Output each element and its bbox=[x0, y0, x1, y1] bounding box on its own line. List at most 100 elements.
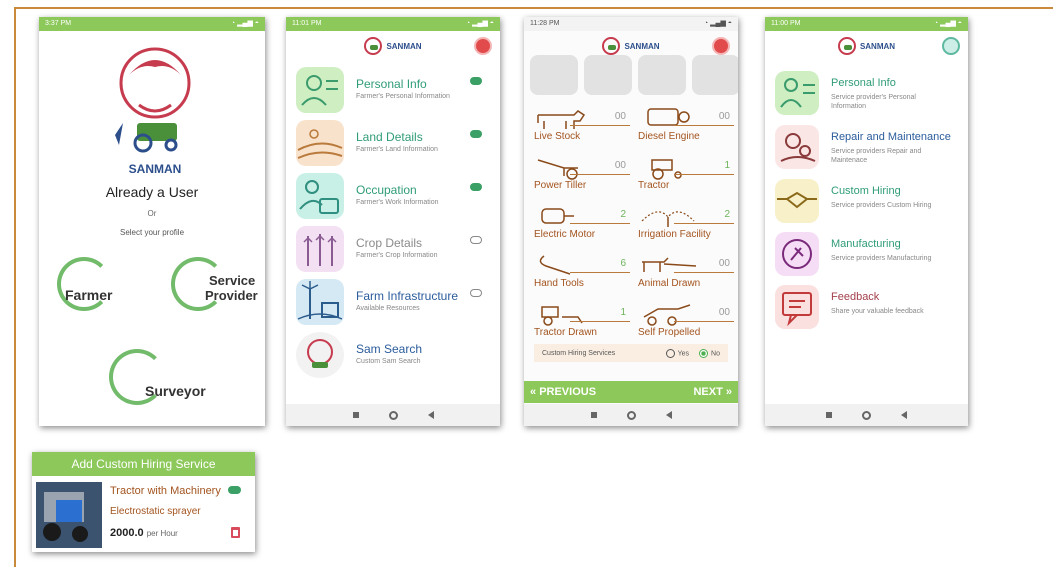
price-value: 2000.0 bbox=[110, 527, 144, 539]
sanman-logo: SANMAN bbox=[115, 47, 191, 176]
home-icon[interactable] bbox=[862, 410, 871, 420]
logo-brand: SANMAN bbox=[129, 162, 182, 176]
equip-count[interactable]: 00 bbox=[615, 160, 626, 171]
equip-name: Power Tiller bbox=[534, 180, 587, 191]
cloud-synced-icon bbox=[228, 486, 241, 494]
equip-live-stock[interactable]: 00 Live Stock bbox=[530, 101, 630, 147]
sp-item-feedback[interactable]: Feedback Share your valuable feedback bbox=[775, 283, 962, 331]
equip-count[interactable]: 00 bbox=[615, 111, 626, 122]
menu-item-occupation[interactable]: Occupation Farmer's Work Information bbox=[294, 171, 492, 221]
menu-subtitle: Available Resources bbox=[356, 305, 420, 312]
screen-farmer-menu: 11:01 PM ◔ ▂▄▆ ◓ SANMAN Personal Info Fa… bbox=[286, 17, 500, 426]
frame-border-left bbox=[14, 7, 16, 567]
equip-name: Electric Motor bbox=[534, 229, 596, 240]
service-provider-option[interactable]: Service Provider bbox=[169, 255, 265, 315]
yes-radio[interactable]: Yes bbox=[665, 348, 690, 358]
equip-electric-motor[interactable]: 2 Electric Motor bbox=[530, 199, 630, 245]
cloud-offline-icon bbox=[470, 236, 482, 244]
menu-subtitle: Farmer's Crop Information bbox=[356, 252, 438, 259]
equip-name: Live Stock bbox=[534, 131, 581, 142]
sp-item-custom-hiring[interactable]: Custom Hiring Service providers Custom H… bbox=[775, 177, 962, 225]
equip-count[interactable]: 1 bbox=[620, 307, 626, 318]
section-icon-strip bbox=[530, 55, 738, 99]
status-icons: ◔ ▂▄▆ ◓ bbox=[933, 20, 962, 27]
equip-count[interactable]: 6 bbox=[620, 258, 626, 269]
or-text: Or bbox=[147, 209, 157, 218]
back-icon[interactable] bbox=[901, 411, 907, 419]
power-icon[interactable] bbox=[712, 37, 730, 55]
sanman-mini-logo-icon bbox=[602, 37, 621, 55]
radio-off-icon bbox=[665, 348, 675, 358]
pager-bar: « PREVIOUS NEXT » bbox=[524, 381, 738, 403]
menu-item-land-details[interactable]: Land Details Farmer's Land Information bbox=[294, 118, 492, 168]
yes-label: Yes bbox=[677, 349, 690, 357]
sp-item-manufacturing[interactable]: Manufacturing Service providers Manufact… bbox=[775, 230, 962, 278]
land-icon bbox=[296, 120, 344, 166]
surveyor-option[interactable]: Surveyor bbox=[109, 347, 219, 407]
menu-item-sam-search[interactable]: Sam Search Custom Sam Search bbox=[294, 330, 492, 380]
android-navbar bbox=[524, 404, 738, 426]
sanman-mini-logo-icon bbox=[364, 37, 383, 55]
sp-subtitle: Service providers Repair and Maintenace bbox=[831, 148, 922, 164]
equip-hand-tools[interactable]: 6 Hand Tools bbox=[530, 248, 630, 294]
equip-tractor-drawn[interactable]: 1 Tractor Drawn bbox=[530, 297, 630, 343]
menu-subtitle: Farmer's Work Information bbox=[356, 199, 439, 206]
previous-label: PREVIOUS bbox=[539, 386, 597, 398]
equip-count[interactable]: 00 bbox=[719, 111, 730, 122]
gears-icon bbox=[775, 125, 819, 169]
equip-power-tiller[interactable]: 00 Power Tiller bbox=[530, 150, 630, 196]
feedback-icon bbox=[775, 285, 819, 329]
equip-self-propelled[interactable]: 00 Self Propelled bbox=[634, 297, 734, 343]
recent-apps-icon[interactable] bbox=[590, 412, 597, 418]
menu-item-crop-details[interactable]: Crop Details Farmer's Crop Information bbox=[294, 224, 492, 274]
price-unit: per Hour bbox=[146, 529, 178, 538]
service-label: Service bbox=[209, 273, 256, 288]
count-underline bbox=[570, 321, 630, 322]
recent-apps-icon[interactable] bbox=[352, 412, 359, 418]
power-icon[interactable] bbox=[942, 37, 960, 55]
back-icon[interactable] bbox=[427, 411, 434, 419]
equip-count[interactable]: 1 bbox=[724, 160, 730, 171]
status-bar: 11:01 PM ◔ ▂▄▆ ◓ bbox=[286, 17, 500, 31]
count-underline bbox=[674, 272, 734, 273]
menu-title: Farm Infrastructure bbox=[356, 289, 459, 303]
equip-count[interactable]: 00 bbox=[719, 307, 730, 318]
equip-animal-drawn[interactable]: 00 Animal Drawn bbox=[634, 248, 734, 294]
diesel-engine-icon bbox=[647, 108, 690, 126]
home-icon[interactable] bbox=[388, 410, 398, 420]
status-bar: 11:00 PM ◔ ▂▄▆ ◓ bbox=[765, 17, 968, 31]
land-tab-icon[interactable] bbox=[584, 55, 632, 95]
back-icon[interactable] bbox=[665, 411, 672, 419]
sp-item-repair-maintenance[interactable]: Repair and Maintenance Service providers… bbox=[775, 123, 962, 171]
person-tab-icon[interactable] bbox=[530, 55, 578, 95]
delete-icon[interactable] bbox=[231, 527, 240, 538]
equip-name: Animal Drawn bbox=[638, 278, 701, 289]
sanman-mini-logo-icon bbox=[837, 37, 856, 55]
equip-count[interactable]: 2 bbox=[724, 209, 730, 220]
sam-search-logo-icon bbox=[296, 332, 344, 378]
android-navbar bbox=[286, 404, 500, 426]
power-icon[interactable] bbox=[474, 37, 492, 55]
equip-tractor[interactable]: 1 Tractor bbox=[634, 150, 734, 196]
sp-item-personal-info[interactable]: Personal Info Service provider's Persona… bbox=[775, 69, 962, 117]
next-button[interactable]: NEXT » bbox=[693, 386, 732, 398]
status-bar: 3:37 PM ◔ ▂▄▆ ◓ bbox=[39, 17, 265, 31]
add-custom-hiring-header[interactable]: Add Custom Hiring Service bbox=[32, 452, 255, 476]
farmer-option[interactable]: Farmer bbox=[53, 255, 133, 315]
equip-irrigation-facility[interactable]: 2 Irrigation Facility bbox=[634, 199, 734, 245]
previous-button[interactable]: « PREVIOUS bbox=[530, 386, 596, 398]
menu-item-farm-infrastructure[interactable]: Farm Infrastructure Available Resources bbox=[294, 277, 492, 327]
select-profile-text: Select your profile bbox=[119, 228, 185, 237]
crop-tab-icon[interactable] bbox=[692, 55, 738, 95]
home-icon[interactable] bbox=[626, 410, 636, 420]
menu-item-personal-info[interactable]: Personal Info Farmer's Personal Informat… bbox=[294, 65, 492, 115]
equip-name: Diesel Engine bbox=[638, 131, 700, 142]
occupation-tab-icon[interactable] bbox=[638, 55, 686, 95]
equip-diesel-engine[interactable]: 00 Diesel Engine bbox=[634, 101, 734, 147]
equip-count[interactable]: 2 bbox=[620, 209, 626, 220]
no-radio[interactable]: No bbox=[699, 348, 720, 358]
equip-count[interactable]: 00 bbox=[719, 258, 730, 269]
recent-apps-icon[interactable] bbox=[826, 412, 832, 418]
service-title: Tractor with Machinery bbox=[110, 485, 221, 497]
custom-hiring-card: Add Custom Hiring Service Tractor with M… bbox=[32, 452, 255, 552]
